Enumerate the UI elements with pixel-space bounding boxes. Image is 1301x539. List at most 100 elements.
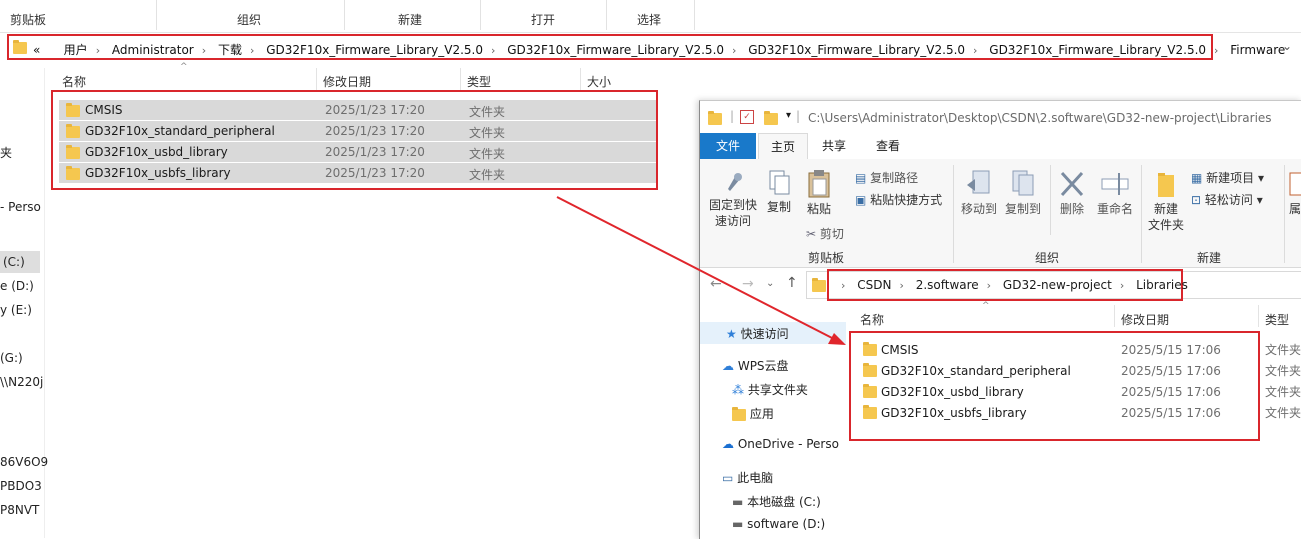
nav-this-pc[interactable]: ▭ 此电脑 <box>722 469 773 486</box>
folder-icon <box>863 342 877 356</box>
copy-to-label: 复制到 <box>1004 202 1041 216</box>
file-type: 文件夹 <box>1265 385 1301 399</box>
group-clipboard: 剪贴板 <box>10 13 47 27</box>
file-type: 文件夹 <box>1265 343 1301 357</box>
properties-icon[interactable]: ✓ <box>740 110 754 124</box>
table-row[interactable]: CMSIS 2025/1/23 17:20 文件夹 <box>59 100 656 120</box>
breadcrumb-item[interactable]: Libraries <box>1136 278 1188 292</box>
move-to-button[interactable]: 移动到 <box>958 169 1000 217</box>
breadcrumb-item[interactable]: Firmware <box>1230 43 1285 57</box>
col-date[interactable]: 修改日期 <box>323 73 371 90</box>
col-name[interactable]: 名称 <box>860 311 884 328</box>
front-address-bar[interactable]: › CSDN › 2.software › GD32-new-project › Li… <box>827 269 1188 301</box>
table-row[interactable]: GD32F10x_usbd_library 2025/1/23 17:20 文件… <box>59 142 656 162</box>
delete-label: 删除 <box>1059 202 1084 216</box>
sidebar-item[interactable]: (G:) <box>0 351 23 365</box>
breadcrumb-item[interactable]: 2.software <box>916 278 979 292</box>
table-row[interactable]: CMSIS 2025/5/15 17:06 <box>851 339 1258 360</box>
up-arrow-icon[interactable]: ↑ <box>786 275 798 291</box>
nav-shared-label: 共享文件夹 <box>747 383 808 397</box>
file-type: 文件夹 <box>469 168 506 182</box>
easy-access-button[interactable]: ⊡ 轻松访问 ▾ <box>1191 191 1263 208</box>
delete-button[interactable]: 删除 <box>1054 169 1090 217</box>
col-date[interactable]: 修改日期 <box>1121 311 1169 328</box>
copy-path-button[interactable]: ▤ 复制路径 <box>855 169 918 186</box>
recent-dropdown-icon[interactable]: ⌄ <box>766 278 774 289</box>
breadcrumb-item[interactable]: 下载 <box>218 43 242 57</box>
title-bar: | ✓ ▾ | C:\Users\Administrator\Desktop\C… <box>700 101 1301 133</box>
col-type[interactable]: 类型 <box>1265 311 1289 328</box>
paste-shortcut-button[interactable]: ▣ 粘贴快捷方式 <box>855 191 942 208</box>
divider <box>1114 305 1115 327</box>
paste-button[interactable]: 粘贴 <box>802 169 836 217</box>
new-item-button[interactable]: ▦ 新建项目 ▾ <box>1191 169 1264 186</box>
star-icon: ★ <box>726 327 737 341</box>
rename-button[interactable]: 重命名 <box>1092 169 1138 217</box>
col-size[interactable]: 大小 <box>587 73 611 90</box>
group-clipboard: 剪贴板 <box>808 251 845 265</box>
divider <box>694 0 695 30</box>
new-folder-label: 新建 文件夹 <box>1147 202 1184 232</box>
new-folder-icon <box>1158 173 1174 197</box>
sidebar-item[interactable]: 夹 <box>0 144 12 161</box>
paste-shortcut-label: 粘贴快捷方式 <box>870 193 943 207</box>
folder-icon <box>66 145 80 159</box>
file-name: GD32F10x_standard_peripheral <box>881 364 1071 378</box>
back-arrow-icon[interactable]: ← <box>710 276 722 292</box>
nav-apps[interactable]: 应用 <box>732 405 774 422</box>
breadcrumb-item[interactable]: GD32F10x_Firmware_Library_V2.5.0 <box>507 43 724 57</box>
nav-onedrive[interactable]: ☁ OneDrive - Perso <box>722 437 839 451</box>
quick-toolbar-dropdown-icon[interactable]: ▾ <box>786 110 791 121</box>
table-row[interactable]: GD32F10x_standard_peripheral 2025/1/23 1… <box>59 121 656 141</box>
nav-software[interactable]: ▬ software (D:) <box>732 517 825 531</box>
copy-to-button[interactable]: 复制到 <box>1002 169 1044 217</box>
sidebar-item[interactable]: PBDO3 <box>0 479 42 493</box>
breadcrumb-item[interactable]: Administrator <box>112 43 194 57</box>
breadcrumb-item[interactable]: GD32-new-project <box>1003 278 1112 292</box>
sidebar-item[interactable]: \\N220j <box>0 375 43 389</box>
file-type: 文件夹 <box>1265 364 1301 378</box>
forward-arrow-icon[interactable]: → <box>742 276 754 292</box>
nav-wps[interactable]: ☁ WPS云盘 <box>722 357 789 374</box>
tab-view[interactable]: 查看 <box>866 133 910 159</box>
breadcrumb-item[interactable]: GD32F10x_Firmware_Library_V2.5.0 <box>748 43 965 57</box>
breadcrumb-item[interactable]: CSDN <box>857 278 891 292</box>
tab-share[interactable]: 共享 <box>812 133 856 159</box>
sidebar-item[interactable]: 86V6O9 <box>0 455 48 469</box>
sidebar-item[interactable]: e (D:) <box>0 279 34 293</box>
sidebar-item[interactable]: y (E:) <box>0 303 32 317</box>
nav-shared[interactable]: ⁂ 共享文件夹 <box>732 381 808 398</box>
col-type[interactable]: 类型 <box>467 73 491 90</box>
breadcrumb-item[interactable]: GD32F10x_Firmware_Library_V2.5.0 <box>266 43 483 57</box>
pin-label: 固定到快 速访问 <box>708 198 757 228</box>
table-row[interactable]: GD32F10x_standard_peripheral 2025/5/15 1… <box>851 360 1258 381</box>
chevron-down-icon[interactable]: ⌄ <box>1282 39 1292 53</box>
new-folder-icon[interactable] <box>764 111 778 125</box>
breadcrumb-overflow[interactable]: « <box>33 43 40 57</box>
sidebar-item[interactable]: - Perso <box>0 200 41 214</box>
cut-button[interactable]: ✂ 剪切 <box>806 225 844 242</box>
new-folder-button[interactable]: 新建 文件夹 <box>1146 169 1186 233</box>
divider: | <box>796 109 801 123</box>
col-name[interactable]: 名称 <box>62 73 86 90</box>
nav-quick-access[interactable]: ★ 快速访问 <box>726 325 789 342</box>
sidebar-item[interactable]: (C:) <box>3 255 25 269</box>
copy-button[interactable]: 复制 <box>762 169 796 215</box>
breadcrumb-item[interactable]: 用户 <box>64 43 88 57</box>
table-row[interactable]: GD32F10x_usbfs_library 2025/1/23 17:20 文… <box>59 163 656 183</box>
paste-label: 粘贴 <box>806 202 831 216</box>
table-row[interactable]: GD32F10x_usbd_library 2025/5/15 17:06 <box>851 381 1258 402</box>
tab-file[interactable]: 文件 <box>700 133 756 159</box>
properties-button[interactable]: 属 <box>1288 169 1301 217</box>
folder-icon <box>863 405 877 419</box>
front-explorer-window: | ✓ ▾ | C:\Users\Administrator\Desktop\C… <box>699 100 1301 539</box>
table-row[interactable]: GD32F10x_usbfs_library 2025/5/15 17:06 <box>851 402 1258 423</box>
back-address-bar[interactable]: « 用户 › Administrator › 下载 › GD32F10x_Firmwa… <box>7 34 1285 60</box>
cloud-icon: ☁ <box>722 359 734 373</box>
file-date: 2025/5/15 17:06 <box>1121 406 1221 420</box>
tab-home[interactable]: 主页 <box>758 133 808 160</box>
pin-quick-access-button[interactable]: 固定到快 速访问 <box>706 169 760 229</box>
nav-local-disk[interactable]: ▬ 本地磁盘 (C:) <box>732 493 821 510</box>
sidebar-item[interactable]: P8NVT <box>0 503 39 517</box>
breadcrumb-item[interactable]: GD32F10x_Firmware_Library_V2.5.0 <box>989 43 1206 57</box>
